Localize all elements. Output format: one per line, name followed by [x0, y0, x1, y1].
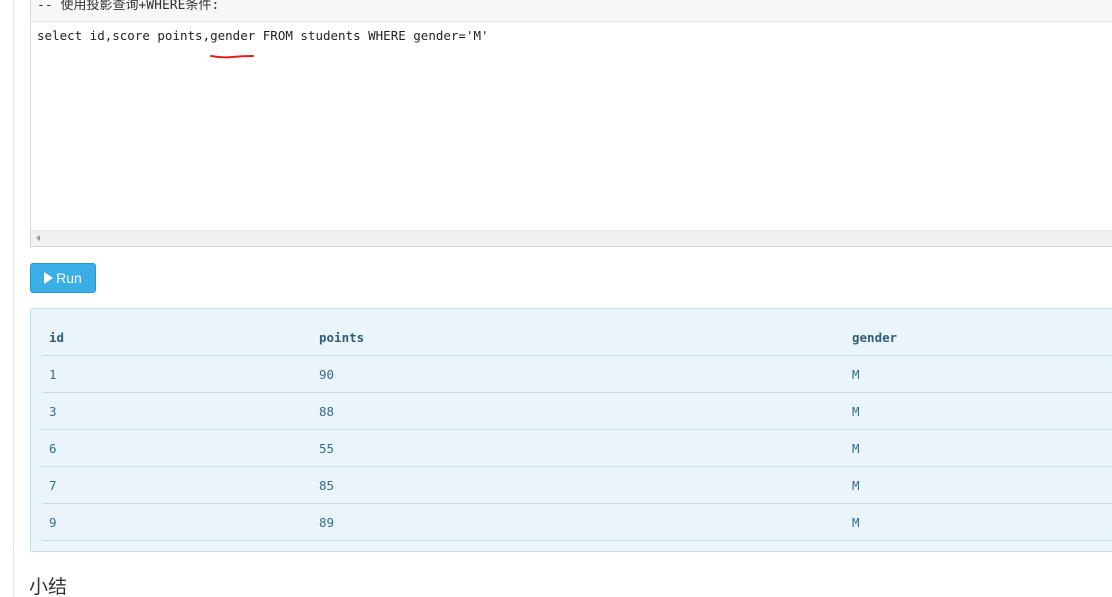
scroll-left-arrow-icon[interactable] — [36, 235, 40, 241]
cell-id: 9 — [42, 503, 312, 541]
cell-id: 6 — [42, 429, 312, 467]
section-heading-summary: 小结 — [29, 576, 68, 597]
result-header-row: id points gender — [42, 319, 1112, 356]
cell-gender: M — [845, 429, 1112, 467]
cell-points: 85 — [312, 466, 845, 504]
editor-code-line[interactable]: select id,score points,gender FROM stude… — [37, 28, 489, 44]
column-header-gender: gender — [845, 319, 1112, 356]
run-button-label: Run — [56, 270, 82, 286]
run-button[interactable]: Run — [30, 263, 96, 293]
table-row: 7 85 M — [42, 466, 1112, 504]
cell-points: 55 — [312, 429, 845, 467]
column-header-id: id — [42, 319, 312, 356]
cell-points: 89 — [312, 503, 845, 541]
play-icon — [44, 272, 54, 284]
table-row: 9 89 M — [42, 503, 1112, 541]
result-table: id points gender 1 90 M 3 88 M 6 55 M 7 … — [42, 319, 1112, 541]
table-row: 6 55 M — [42, 429, 1112, 467]
cell-points: 88 — [312, 392, 845, 430]
editor-horizontal-scrollbar[interactable] — [31, 230, 1112, 246]
red-underline-annotation — [210, 55, 254, 59]
left-divider — [13, 0, 14, 597]
column-header-points: points — [312, 319, 845, 356]
query-result-panel: id points gender 1 90 M 3 88 M 6 55 M 7 … — [30, 308, 1112, 552]
cell-gender: M — [845, 392, 1112, 430]
sql-editor[interactable]: -- 使用投影查询+WHERE条件: select id,score point… — [30, 0, 1112, 247]
table-row: 3 88 M — [42, 392, 1112, 430]
editor-comment-line: -- 使用投影查询+WHERE条件: — [31, 0, 1112, 22]
cell-points: 90 — [312, 355, 845, 393]
page: -- 使用投影查询+WHERE条件: select id,score point… — [0, 0, 1112, 597]
cell-id: 1 — [42, 355, 312, 393]
cell-gender: M — [845, 503, 1112, 541]
cell-gender: M — [845, 355, 1112, 393]
cell-id: 3 — [42, 392, 312, 430]
table-row: 1 90 M — [42, 355, 1112, 393]
cell-gender: M — [845, 466, 1112, 504]
cell-id: 7 — [42, 466, 312, 504]
